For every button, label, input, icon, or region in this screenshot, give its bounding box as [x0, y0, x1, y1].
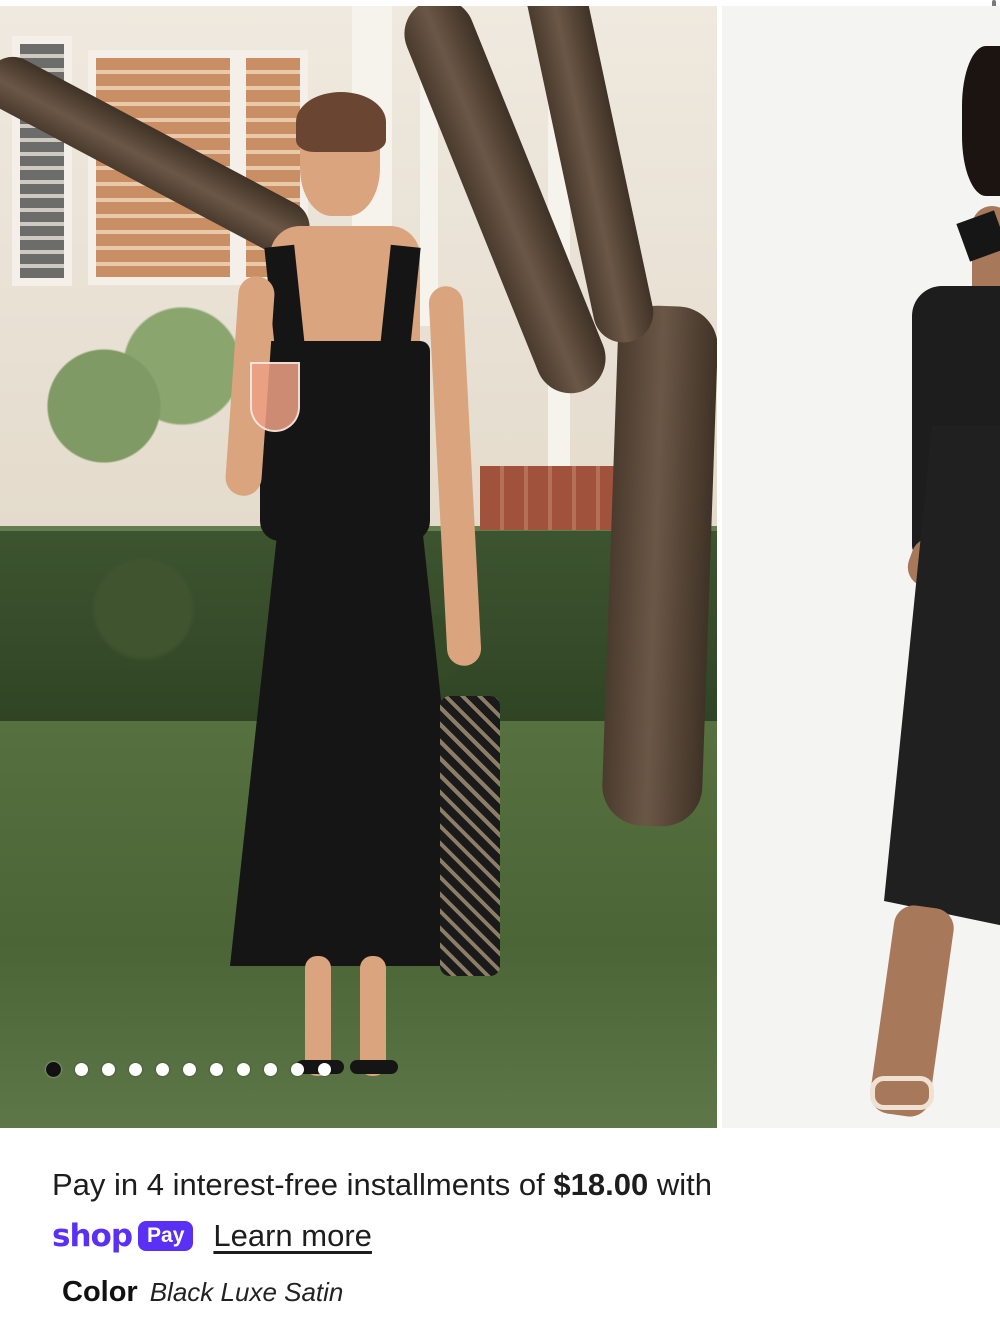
learn-more-link[interactable]: Learn more: [213, 1218, 372, 1254]
pagination-dot[interactable]: [75, 1063, 88, 1076]
product-image-gallery[interactable]: [0, 0, 1000, 1128]
product-photo-second[interactable]: [722, 6, 1000, 1128]
pagination-dot[interactable]: [102, 1063, 115, 1076]
product-info-section: Pay in 4 interest-free installments of $…: [0, 1128, 1000, 1333]
pagination-dot[interactable]: [156, 1063, 169, 1076]
installments-text: Pay in 4 interest-free installments of $…: [52, 1166, 712, 1204]
shop-pay-badge: Pay: [138, 1221, 194, 1251]
model-figure: [200, 92, 530, 1096]
installment-amount: $18.00: [553, 1167, 649, 1202]
selected-color-value: Black Luxe Satin: [149, 1277, 344, 1307]
pagination-dot[interactable]: [264, 1063, 277, 1076]
shop-pay-row: shop Pay Learn more: [52, 1218, 372, 1254]
color-selector-label: Color Black Luxe Satin: [62, 1276, 343, 1309]
pagination-dot[interactable]: [129, 1063, 142, 1076]
pagination-dot[interactable]: [183, 1063, 196, 1076]
shop-pay-logo: shop: [52, 1218, 133, 1254]
pagination-dot[interactable]: [291, 1063, 304, 1076]
pagination-dot[interactable]: [318, 1063, 331, 1076]
installments-suffix: with: [656, 1167, 712, 1202]
gallery-pagination[interactable]: [46, 1062, 331, 1077]
pagination-dot[interactable]: [46, 1062, 61, 1077]
installments-prefix: Pay in 4 interest-free installments of: [52, 1167, 545, 1202]
pagination-dot[interactable]: [210, 1063, 223, 1076]
pagination-dot[interactable]: [237, 1063, 250, 1076]
color-label: Color: [62, 1276, 138, 1308]
product-photo-main[interactable]: [0, 6, 717, 1128]
